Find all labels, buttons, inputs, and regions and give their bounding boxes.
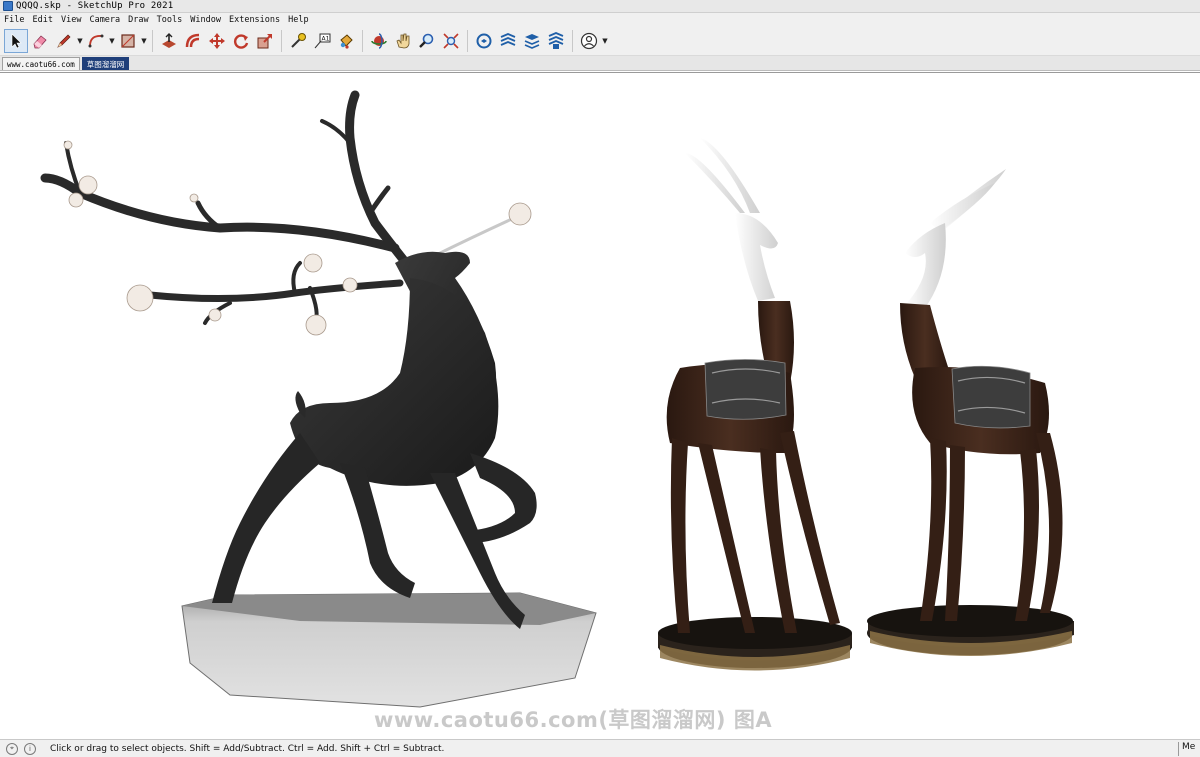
layout-tool-button[interactable] bbox=[520, 29, 544, 53]
large-toolset-toolbar: ▼ ▼ ▼ A1 ▼ bbox=[0, 27, 1200, 56]
extension-manager-icon bbox=[548, 32, 564, 49]
offset-tool-button[interactable] bbox=[181, 29, 205, 53]
extension-warehouse-tool-button[interactable] bbox=[496, 29, 520, 53]
hand-pan-icon bbox=[396, 33, 410, 49]
extension-manager-tool-button[interactable] bbox=[544, 29, 568, 53]
menu-window[interactable]: Window bbox=[190, 15, 221, 25]
paint-bucket-icon bbox=[340, 34, 353, 49]
title-bar: QQQQ.skp - SketchUp Pro 2021 bbox=[0, 0, 1200, 13]
move-arrows-icon bbox=[209, 33, 225, 49]
arc-tool-dropdown-arrow[interactable]: ▼ bbox=[108, 29, 116, 53]
modeling-viewport[interactable]: www.caotu66.com(草图溜溜网) 图A bbox=[0, 72, 1200, 739]
line-tool-button[interactable] bbox=[52, 29, 76, 53]
deer-sculpture[interactable] bbox=[40, 90, 597, 708]
zoom-extents-icon bbox=[443, 33, 459, 49]
tape-measure-icon bbox=[291, 33, 306, 48]
3d-warehouse-icon bbox=[476, 33, 492, 49]
zoom-tool-button[interactable] bbox=[415, 29, 439, 53]
line-tool-dropdown-arrow[interactable]: ▼ bbox=[76, 29, 84, 53]
menu-camera[interactable]: Camera bbox=[89, 15, 120, 25]
cursor-arrow-icon bbox=[11, 33, 22, 49]
offset-icon bbox=[185, 33, 200, 48]
push-pull-icon bbox=[162, 33, 176, 48]
toolbar-separator bbox=[362, 30, 363, 52]
rectangle-tool-button[interactable] bbox=[116, 29, 140, 53]
orbit-tool-button[interactable] bbox=[367, 29, 391, 53]
pencil-icon bbox=[57, 34, 71, 48]
scene-tab-www-caotu66[interactable]: www.caotu66.com bbox=[2, 57, 80, 70]
push-pull-tool-button[interactable] bbox=[157, 29, 181, 53]
orbit-icon bbox=[371, 33, 387, 49]
rectangle-icon bbox=[121, 34, 135, 48]
select-tool-button[interactable] bbox=[4, 29, 28, 53]
eraser-icon bbox=[33, 35, 47, 49]
toolbar-separator bbox=[152, 30, 153, 52]
tape-measure-tool-button[interactable] bbox=[286, 29, 310, 53]
measurements-box[interactable]: Me bbox=[1178, 742, 1200, 756]
geolocation-icon[interactable]: ⌖ bbox=[6, 742, 18, 755]
toolbar-separator bbox=[467, 30, 468, 52]
menu-view[interactable]: View bbox=[61, 15, 81, 25]
rotate-tool-button[interactable] bbox=[229, 29, 253, 53]
text-tool-button[interactable]: A1 bbox=[310, 29, 334, 53]
scale-tool-button[interactable] bbox=[253, 29, 277, 53]
window-title: QQQQ.skp - SketchUp Pro 2021 bbox=[16, 1, 174, 11]
arc-tool-button[interactable] bbox=[84, 29, 108, 53]
antelope-sculpture-left[interactable] bbox=[658, 138, 852, 671]
extension-warehouse-icon bbox=[500, 33, 516, 46]
rectangle-tool-dropdown-arrow[interactable]: ▼ bbox=[140, 29, 148, 53]
account-dropdown-arrow[interactable]: ▼ bbox=[601, 29, 609, 53]
arc-icon bbox=[88, 34, 104, 48]
menu-help[interactable]: Help bbox=[288, 15, 308, 25]
toolbar-separator bbox=[572, 30, 573, 52]
menu-extensions[interactable]: Extensions bbox=[229, 15, 280, 25]
menu-draw[interactable]: Draw bbox=[128, 15, 148, 25]
paint-bucket-tool-button[interactable] bbox=[334, 29, 358, 53]
menu-bar: File Edit View Camera Draw Tools Window … bbox=[0, 13, 1200, 27]
scale-icon bbox=[257, 34, 272, 49]
scene-tab-caotu-active[interactable]: 草图溜溜网 bbox=[81, 57, 130, 70]
deer-body bbox=[290, 278, 499, 486]
move-tool-button[interactable] bbox=[205, 29, 229, 53]
toolbar-separator bbox=[281, 30, 282, 52]
menu-edit[interactable]: Edit bbox=[32, 15, 52, 25]
menu-file[interactable]: File bbox=[4, 15, 24, 25]
status-bar: ⌖ i Click or drag to select objects. Shi… bbox=[0, 739, 1200, 757]
layout-send-icon bbox=[524, 34, 540, 49]
account-tool-button[interactable] bbox=[577, 29, 601, 53]
svg-text:A1: A1 bbox=[322, 36, 330, 43]
saddle-ornament bbox=[951, 365, 1031, 429]
menu-tools[interactable]: Tools bbox=[157, 15, 183, 25]
pan-tool-button[interactable] bbox=[391, 29, 415, 53]
scene-tabs: www.caotu66.com 草图溜溜网 bbox=[0, 56, 1200, 71]
text-label-icon: A1 bbox=[314, 33, 331, 49]
magnifier-icon bbox=[419, 33, 434, 48]
zoom-extents-tool-button[interactable] bbox=[439, 29, 463, 53]
user-account-icon bbox=[580, 32, 598, 50]
sketchup-logo-icon bbox=[3, 1, 13, 11]
watermark-text: www.caotu66.com(草图溜溜网) 图A bbox=[374, 708, 773, 732]
warehouse-tool-button[interactable] bbox=[472, 29, 496, 53]
eraser-tool-button[interactable] bbox=[28, 29, 52, 53]
rotate-icon bbox=[234, 34, 249, 49]
info-icon[interactable]: i bbox=[24, 742, 36, 755]
status-message: Click or drag to select objects. Shift =… bbox=[50, 743, 445, 754]
antelope-sculpture-right[interactable] bbox=[867, 169, 1074, 656]
scene-canvas bbox=[40, 90, 1074, 708]
